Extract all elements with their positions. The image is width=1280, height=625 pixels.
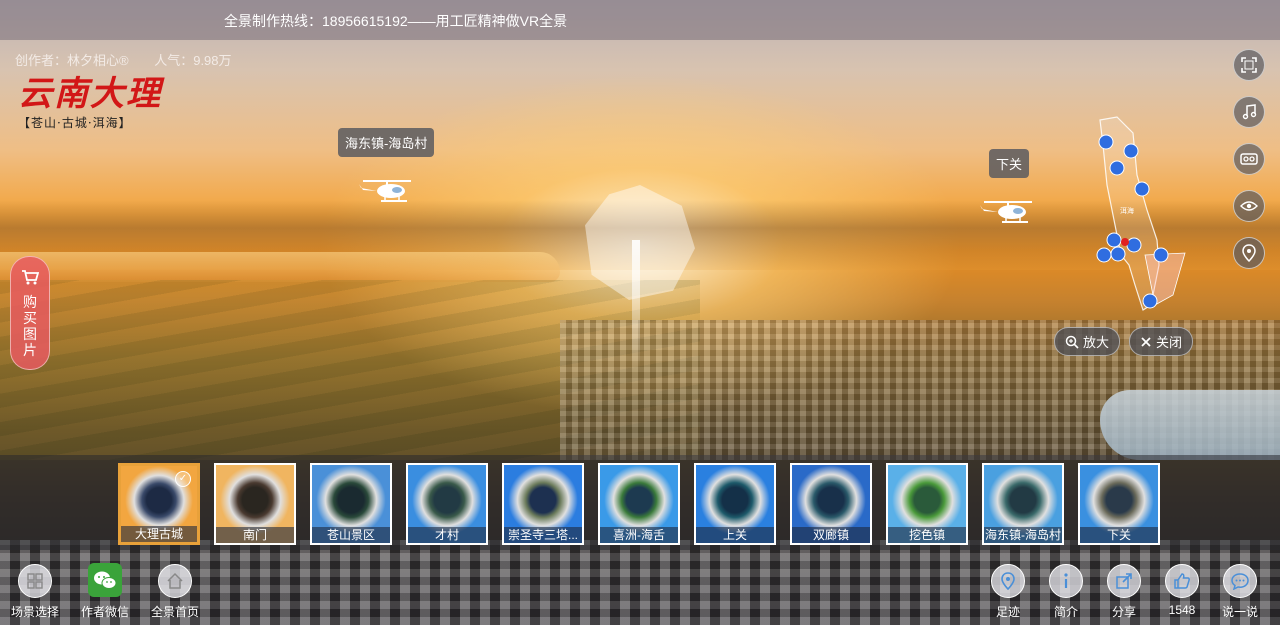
scene-thumbnail[interactable]: 南门 bbox=[214, 463, 296, 545]
scene-thumbnail-label: 下关 bbox=[1080, 527, 1158, 543]
helicopter-icon[interactable] bbox=[355, 176, 415, 206]
scene-select-button[interactable] bbox=[18, 564, 52, 598]
map-scene-dot[interactable] bbox=[1109, 160, 1125, 176]
hotline-text: 全景制作热线：18956615192——用工匠精神做VR全景 bbox=[224, 13, 568, 29]
scene-thumbnail[interactable]: 双廊镇 bbox=[790, 463, 872, 545]
fullscreen-button[interactable] bbox=[1233, 49, 1265, 81]
wechat-icon bbox=[94, 571, 117, 589]
hotspot-label-xiaguan[interactable]: 下关 bbox=[989, 149, 1030, 178]
scene-thumbnail[interactable]: 崇圣寺三塔... bbox=[502, 463, 584, 545]
scene-thumbnail-label: 南门 bbox=[216, 527, 294, 543]
home-label: 全景首页 bbox=[150, 605, 199, 619]
author-text: 创作者：林夕相心® bbox=[15, 53, 129, 68]
comment-label: 说一说 bbox=[1221, 605, 1258, 619]
meta-info: 创作者：林夕相心® 人气：9.98万 bbox=[15, 50, 232, 69]
map-scene-dot[interactable] bbox=[1123, 143, 1139, 159]
sun-ray bbox=[632, 240, 640, 370]
map-scene-dot[interactable] bbox=[1096, 247, 1112, 263]
scene-thumbnail-label: 喜洲-海舌 bbox=[600, 527, 678, 543]
scene-thumbnail-label: 双廊镇 bbox=[792, 527, 870, 543]
location-pin-icon bbox=[1242, 244, 1256, 262]
share-button[interactable] bbox=[1107, 564, 1141, 598]
home-button[interactable] bbox=[158, 564, 192, 598]
map-zoom-button[interactable]: 放大 bbox=[1054, 327, 1121, 356]
top-bar: 全景制作热线：18956615192——用工匠精神做VR全景 bbox=[0, 0, 1280, 40]
scene-thumbnail-label: 崇圣寺三塔... bbox=[504, 527, 582, 543]
fullscreen-icon bbox=[1241, 57, 1257, 73]
helicopter-icon[interactable] bbox=[976, 197, 1036, 227]
scene-thumbnail[interactable]: ✓ 大理古城 bbox=[118, 463, 200, 545]
scene-thumbnail[interactable]: 挖色镇 bbox=[886, 463, 968, 545]
map-scene-dot[interactable] bbox=[1142, 293, 1158, 309]
popularity-text: 人气：9.98万 bbox=[154, 53, 232, 68]
grid-icon bbox=[27, 573, 43, 589]
scene-thumbnail[interactable]: 下关 bbox=[1078, 463, 1160, 545]
mini-map[interactable]: 洱海 苍山 bbox=[1085, 115, 1195, 315]
map-close-button[interactable]: 关闭 bbox=[1129, 327, 1194, 356]
map-current-dot bbox=[1121, 238, 1129, 246]
map-scene-dot[interactable] bbox=[1134, 181, 1150, 197]
location-icon bbox=[1001, 572, 1015, 590]
wechat-label: 作者微信 bbox=[80, 605, 129, 619]
cart-icon bbox=[22, 270, 40, 285]
map-close-label: 关闭 bbox=[1156, 335, 1183, 350]
buy-picture-button[interactable]: 购买图片 bbox=[10, 256, 50, 370]
pond bbox=[1100, 390, 1280, 460]
buy-picture-label: 购买图片 bbox=[23, 294, 37, 358]
comment-button[interactable] bbox=[1223, 564, 1257, 598]
scene-thumbnail-label: 挖色镇 bbox=[888, 527, 966, 543]
scene-thumbnail[interactable]: 苍山景区 bbox=[310, 463, 392, 545]
view-mode-button[interactable] bbox=[1233, 190, 1265, 222]
logo-title: 云南大理 bbox=[18, 74, 162, 114]
comment-icon bbox=[1231, 573, 1249, 590]
map-scene-dot[interactable] bbox=[1126, 237, 1142, 253]
scene-select-label: 场景选择 bbox=[10, 605, 59, 619]
wechat-button[interactable] bbox=[88, 563, 122, 597]
scene-thumbnail-label: 才村 bbox=[408, 527, 486, 543]
close-icon bbox=[1141, 336, 1151, 347]
music-button[interactable] bbox=[1233, 96, 1265, 128]
zoom-in-icon bbox=[1065, 335, 1079, 349]
music-icon bbox=[1242, 104, 1257, 120]
scene-thumbnail-label: 海东镇-海岛村 bbox=[984, 527, 1062, 543]
scene-thumbnail[interactable]: 喜洲-海舌 bbox=[598, 463, 680, 545]
map-scene-dot[interactable] bbox=[1153, 247, 1169, 263]
thumbs-up-icon bbox=[1174, 573, 1190, 589]
logo: 云南大理 【苍山·古城·洱海】 bbox=[18, 76, 162, 131]
vr-glasses-icon bbox=[1240, 153, 1258, 165]
hotspot-label-haidong[interactable]: 海东镇-海岛村 bbox=[338, 128, 435, 157]
scene-thumbnail[interactable]: 海东镇-海岛村 bbox=[982, 463, 1064, 545]
scene-thumbnail-label: 大理古城 bbox=[121, 526, 197, 542]
map-scene-dot[interactable] bbox=[1106, 232, 1122, 248]
footprint-button[interactable] bbox=[991, 564, 1025, 598]
selected-check-icon: ✓ bbox=[175, 471, 191, 487]
info-icon bbox=[1064, 573, 1068, 588]
eye-icon bbox=[1240, 201, 1258, 211]
map-zoom-label: 放大 bbox=[1083, 335, 1110, 350]
scene-thumbnail-label: 苍山景区 bbox=[312, 527, 390, 543]
logo-subtitle: 【苍山·古城·洱海】 bbox=[18, 116, 132, 130]
map-scene-dot[interactable] bbox=[1110, 246, 1126, 262]
map-toggle-button[interactable] bbox=[1233, 237, 1265, 269]
erhai-lake bbox=[0, 252, 560, 282]
vr-mode-button[interactable] bbox=[1233, 143, 1265, 175]
right-toolbar bbox=[1233, 49, 1265, 284]
scene-thumbnail[interactable]: 上关 bbox=[694, 463, 776, 545]
map-scene-dot[interactable] bbox=[1098, 134, 1114, 150]
share-icon bbox=[1116, 573, 1132, 589]
like-button[interactable] bbox=[1165, 564, 1199, 598]
home-icon bbox=[167, 572, 183, 589]
map-label-erhai: 洱海 bbox=[1120, 206, 1134, 215]
intro-button[interactable] bbox=[1049, 564, 1083, 598]
scene-thumbnail[interactable]: 才村 bbox=[406, 463, 488, 545]
scene-thumbnail-label: 上关 bbox=[696, 527, 774, 543]
